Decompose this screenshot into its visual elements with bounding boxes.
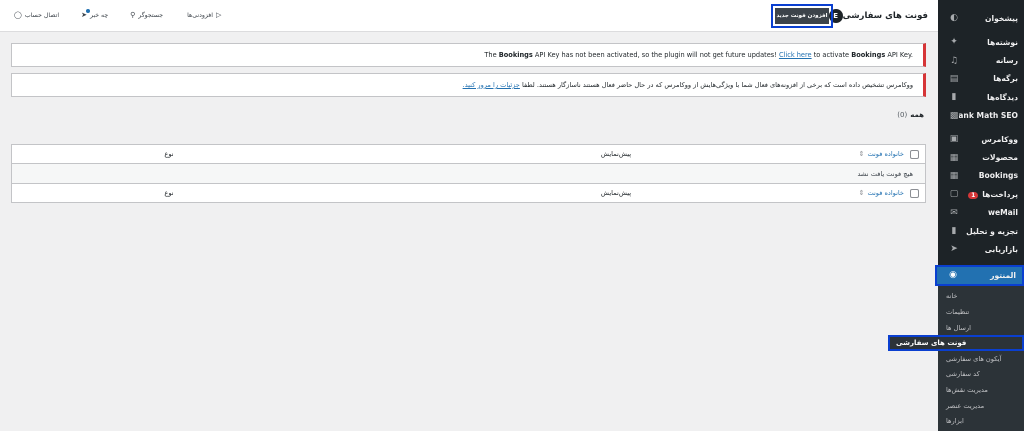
select-all-checkbox[interactable] bbox=[910, 149, 919, 159]
sort-icon: ⇕ bbox=[858, 189, 865, 197]
woo-icon: ▣ bbox=[949, 134, 959, 145]
submenu-item-submissions[interactable]: ارسال ها bbox=[938, 320, 1024, 336]
sidebar-item-products[interactable]: ▦ محصولات bbox=[938, 148, 1024, 166]
submenu-item-tools[interactable]: ابزارها bbox=[938, 413, 1024, 429]
select-all-checkbox-footer[interactable] bbox=[910, 188, 919, 198]
sidebar-item-posts[interactable]: ✦ نوشته‌ها bbox=[938, 33, 1024, 51]
sidebar-item-analytics[interactable]: ▮ تجزیه و تحلیل bbox=[938, 222, 1024, 240]
column-preview: پیش‌نمایش bbox=[600, 150, 632, 158]
elementor-submenu: خانه تنظیمات ارسال ها فونت های سفارشی آی… bbox=[888, 285, 1024, 431]
megaphone-icon: ➤ bbox=[950, 244, 958, 255]
sidebar-item-marketing[interactable]: ➤ بازاریابی bbox=[938, 240, 1024, 258]
plugins-link[interactable]: افزودنی‌ها ▷ bbox=[187, 11, 221, 19]
main-content: E فونت های سفارشی افزودن فونت جدید ◯ اتص… bbox=[0, 0, 938, 431]
column-type: نوع bbox=[164, 150, 174, 158]
table-footer: خانواده فونت ⇕ پیش‌نمایش نوع bbox=[12, 183, 925, 202]
activate-api-key-link[interactable]: Click here bbox=[779, 51, 812, 59]
submenu-item-home[interactable]: خانه bbox=[938, 289, 1024, 305]
elementor-icon: ◉ bbox=[949, 270, 957, 281]
connect-account-link[interactable]: ◯ اتصال حساب bbox=[14, 11, 59, 19]
payments-icon: ▢ bbox=[949, 189, 959, 200]
woocommerce-compatibility-notice: ووکامرس تشخیص داده است که برخی از افزونه… bbox=[11, 73, 926, 97]
no-fonts-message: هیچ فونت یافت نشد bbox=[857, 169, 913, 178]
sidebar-item-media[interactable]: ♫ رسانه bbox=[938, 51, 1024, 69]
add-new-font-highlight: افزودن فونت جدید bbox=[771, 4, 833, 28]
mail-icon: ✉ bbox=[950, 207, 958, 218]
page-title: فونت های سفارشی bbox=[842, 11, 928, 21]
admin-sidebar: ◐ پیشخوان ✦ نوشته‌ها ♫ رسانه ▤ برگه‌ها ▮… bbox=[888, 0, 1024, 431]
analytics-icon: ▮ bbox=[951, 226, 957, 237]
status-filter[interactable]: همه(0) bbox=[897, 111, 924, 119]
pin-icon: ✦ bbox=[950, 37, 958, 48]
column-font-family[interactable]: خانواده فونت ⇕ bbox=[826, 150, 904, 158]
submenu-item-settings[interactable]: تنظیمات bbox=[938, 304, 1024, 320]
table-header: خانواده فونت ⇕ پیش‌نمایش نوع bbox=[12, 145, 925, 164]
sidebar-item-comments[interactable]: ▮ دیدگاه‌ها bbox=[938, 88, 1024, 106]
sidebar-item-payments[interactable]: ▢ پرداخت‌ها1 bbox=[938, 185, 1024, 203]
submenu-item-custom-fonts[interactable]: فونت های سفارشی bbox=[888, 335, 1024, 352]
calendar-icon: ▦ bbox=[949, 170, 959, 181]
sidebar-item-bookings[interactable]: ▦ Bookings bbox=[938, 167, 1024, 185]
sidebar-item-rank-math[interactable]: ▩ Rank Math SEO bbox=[938, 107, 1024, 125]
whats-new-link[interactable]: ➤ چه خبر bbox=[81, 9, 108, 19]
elementor-top-bar: E فونت های سفارشی افزودن فونت جدید ◯ اتص… bbox=[0, 0, 938, 32]
sidebar-item-wemail[interactable]: ✉ weMail bbox=[938, 204, 1024, 222]
sidebar-item-elementor[interactable]: ◉ المنتور bbox=[935, 264, 1024, 286]
plugins-icon: ▷ bbox=[215, 11, 222, 19]
media-icon: ♫ bbox=[949, 55, 959, 66]
pages-icon: ▤ bbox=[949, 73, 959, 84]
payments-count-badge: 1 bbox=[968, 191, 979, 199]
column-preview-footer: پیش‌نمایش bbox=[600, 189, 632, 197]
search-icon: ⚲ bbox=[130, 11, 136, 19]
add-new-font-button[interactable]: افزودن فونت جدید bbox=[775, 8, 829, 24]
bookings-api-notice: The Bookings API Key has not been activa… bbox=[11, 43, 926, 67]
comments-icon: ▮ bbox=[951, 92, 957, 103]
fonts-table: خانواده فونت ⇕ پیش‌نمایش نوع هیچ فونت یا… bbox=[11, 144, 926, 203]
page-header: E فونت های سفارشی bbox=[823, 9, 928, 23]
column-font-family-footer[interactable]: خانواده فونت ⇕ bbox=[826, 189, 904, 197]
column-type-footer: نوع bbox=[164, 189, 174, 197]
submenu-item-custom-icons[interactable]: آیکون های سفارشی bbox=[938, 351, 1024, 367]
finder-link[interactable]: ⚲ جستجوگر bbox=[130, 11, 163, 19]
chart-icon: ▩ bbox=[949, 110, 959, 121]
sidebar-item-woocommerce[interactable]: ▣ ووکامرس bbox=[938, 130, 1024, 148]
sort-icon: ⇕ bbox=[858, 150, 865, 158]
submenu-item-role-manager[interactable]: مدیریت نقش‌ها bbox=[938, 382, 1024, 398]
submenu-item-custom-code[interactable]: کد سفارشی bbox=[938, 367, 1024, 383]
empty-row: هیچ فونت یافت نشد bbox=[12, 164, 925, 183]
submenu-item-element-manager[interactable]: مدیریت عنصر bbox=[938, 398, 1024, 414]
sidebar-item-pages[interactable]: ▤ برگه‌ها bbox=[938, 70, 1024, 88]
sidebar-item-dashboard[interactable]: ◐ پیشخوان bbox=[938, 8, 1024, 28]
connect-icon: ◯ bbox=[14, 11, 22, 19]
dashboard-icon: ◐ bbox=[950, 13, 958, 23]
admin-menu: ◐ پیشخوان ✦ نوشته‌ها ♫ رسانه ▤ برگه‌ها ▮… bbox=[935, 8, 1024, 286]
megaphone-icon: ➤ bbox=[81, 9, 90, 19]
products-icon: ▦ bbox=[949, 152, 959, 163]
notification-dot bbox=[85, 9, 90, 13]
review-details-link[interactable]: جزئیات را مرور کنید. bbox=[463, 81, 520, 89]
top-bar-links: ◯ اتصال حساب ➤ چه خبر ⚲ جستجوگر افزودنی‌… bbox=[14, 9, 221, 19]
